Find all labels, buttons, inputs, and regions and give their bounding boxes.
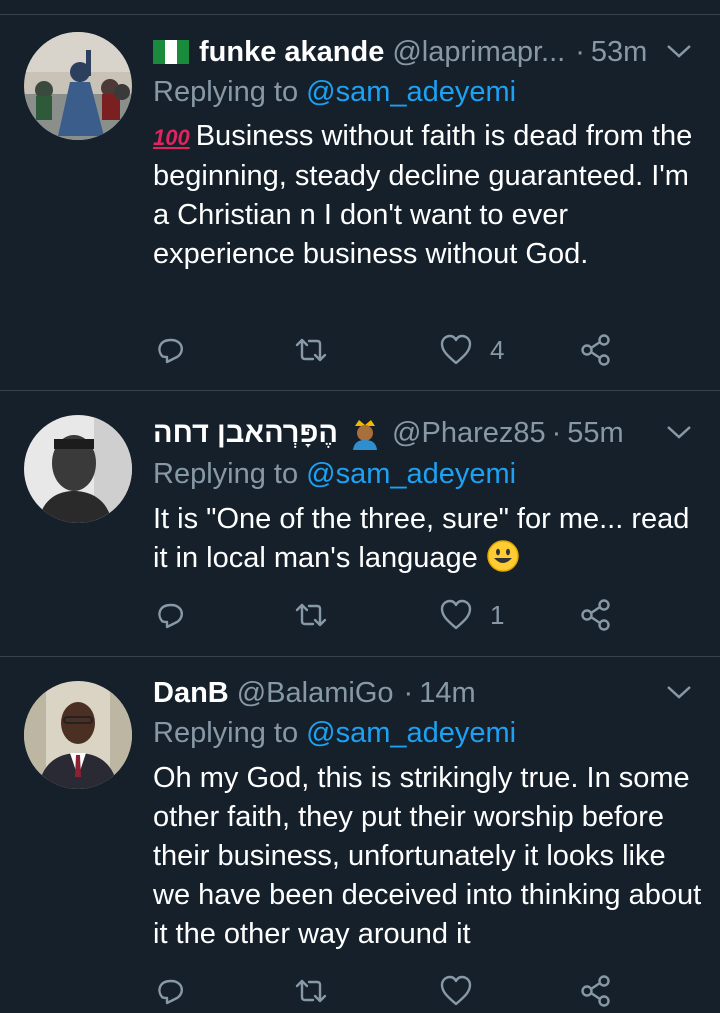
mention-link[interactable]: @sam_adeyemi — [306, 76, 516, 108]
replying-to: Replying to @sam_adeyemi — [153, 76, 516, 109]
reply-icon — [158, 603, 183, 629]
like-count: 1 — [490, 599, 505, 630]
timestamp[interactable]: 53m — [591, 36, 647, 69]
separator: · — [403, 676, 414, 709]
separator: · — [551, 416, 562, 449]
timestamp[interactable]: 55m — [567, 417, 623, 450]
display-name[interactable]: הֶפָּרְהאבן דחה — [153, 417, 338, 450]
tweet-actions — [153, 969, 633, 1013]
display-name[interactable]: funke akande — [199, 36, 384, 69]
retweet-icon — [295, 979, 327, 1003]
mention-link[interactable]: @sam_adeyemi — [306, 458, 516, 490]
user-handle[interactable]: @laprimapr... — [392, 36, 565, 69]
reply-icon — [158, 979, 183, 1005]
tweet-2[interactable]: הֶפָּרְהאבן דחה @Pharez85 · 55m Replying… — [0, 391, 720, 657]
user-handle[interactable]: @Pharez85 — [392, 417, 546, 450]
retweet-icon — [295, 338, 327, 362]
chevron-down-icon[interactable] — [664, 417, 694, 447]
tweet-text-content: It is "One of the three, sure" for me...… — [153, 503, 690, 574]
retweet-icon — [295, 603, 327, 627]
like-count: 4 — [490, 334, 505, 365]
share-icon — [581, 975, 610, 1007]
tweet-text: It is "One of the three, sure" for me...… — [153, 500, 703, 578]
tweet-actions: 4 — [153, 328, 633, 372]
retweet-button[interactable] — [293, 969, 329, 1013]
reply-icon — [158, 338, 183, 364]
hundred-points-emoji: 100 — [153, 125, 190, 150]
share-button[interactable] — [578, 328, 614, 372]
prince-emoji-icon — [353, 420, 378, 450]
nigeria-flag-icon — [153, 40, 189, 64]
mention-link[interactable]: @sam_adeyemi — [306, 717, 516, 749]
replying-to-label: Replying to — [153, 76, 299, 108]
avatar[interactable] — [24, 415, 132, 523]
retweet-button[interactable] — [293, 593, 329, 637]
tweet-actions: 1 — [153, 593, 633, 637]
replying-to-label: Replying to — [153, 458, 299, 490]
chevron-down-icon[interactable] — [664, 36, 694, 66]
user-handle[interactable]: @BalamiGo — [237, 677, 394, 710]
like-icon — [440, 975, 472, 1006]
reply-button[interactable] — [153, 328, 189, 372]
tweet-1[interactable]: funke akande @laprimapr... · 53m Replyin… — [0, 14, 720, 391]
share-button[interactable] — [578, 593, 614, 637]
replying-to: Replying to @sam_adeyemi — [153, 458, 516, 491]
replying-to: Replying to @sam_adeyemi — [153, 717, 516, 750]
display-name[interactable]: DanB — [153, 677, 229, 710]
replying-to-label: Replying to — [153, 717, 299, 749]
tweet-header: הֶפָּרְהאבן דחה @Pharez85 · 55m — [153, 413, 696, 453]
tweet-3[interactable]: DanB @BalamiGo · 14m Replying to @sam_ad… — [0, 657, 720, 1007]
share-icon — [581, 599, 610, 631]
separator: · — [575, 35, 585, 68]
tweet-text-content: Business without faith is dead from the … — [153, 120, 693, 270]
like-icon — [440, 599, 472, 630]
reply-button[interactable] — [153, 969, 189, 1013]
tweet-text: Oh my God, this is strikingly true. In s… — [153, 759, 703, 954]
tweet-header: DanB @BalamiGo · 14m — [153, 673, 696, 713]
like-button[interactable]: 4 — [438, 328, 504, 372]
chevron-down-icon[interactable] — [664, 677, 694, 707]
avatar[interactable] — [24, 681, 132, 789]
reply-button[interactable] — [153, 593, 189, 637]
timestamp[interactable]: 14m — [419, 677, 475, 710]
tweet-header: funke akande @laprimapr... · 53m — [153, 32, 696, 72]
grinning-face-emoji-icon — [487, 540, 519, 572]
avatar[interactable] — [24, 32, 132, 140]
retweet-button[interactable] — [293, 328, 329, 372]
like-icon — [440, 334, 472, 365]
like-button[interactable] — [438, 969, 474, 1013]
share-icon — [581, 334, 610, 366]
like-button[interactable]: 1 — [438, 593, 504, 637]
tweet-text: 100 Business without faith is dead from t… — [153, 117, 703, 274]
share-button[interactable] — [578, 969, 614, 1013]
tweet-text-content: Oh my God, this is strikingly true. In s… — [153, 762, 702, 950]
top-divider — [0, 0, 720, 15]
